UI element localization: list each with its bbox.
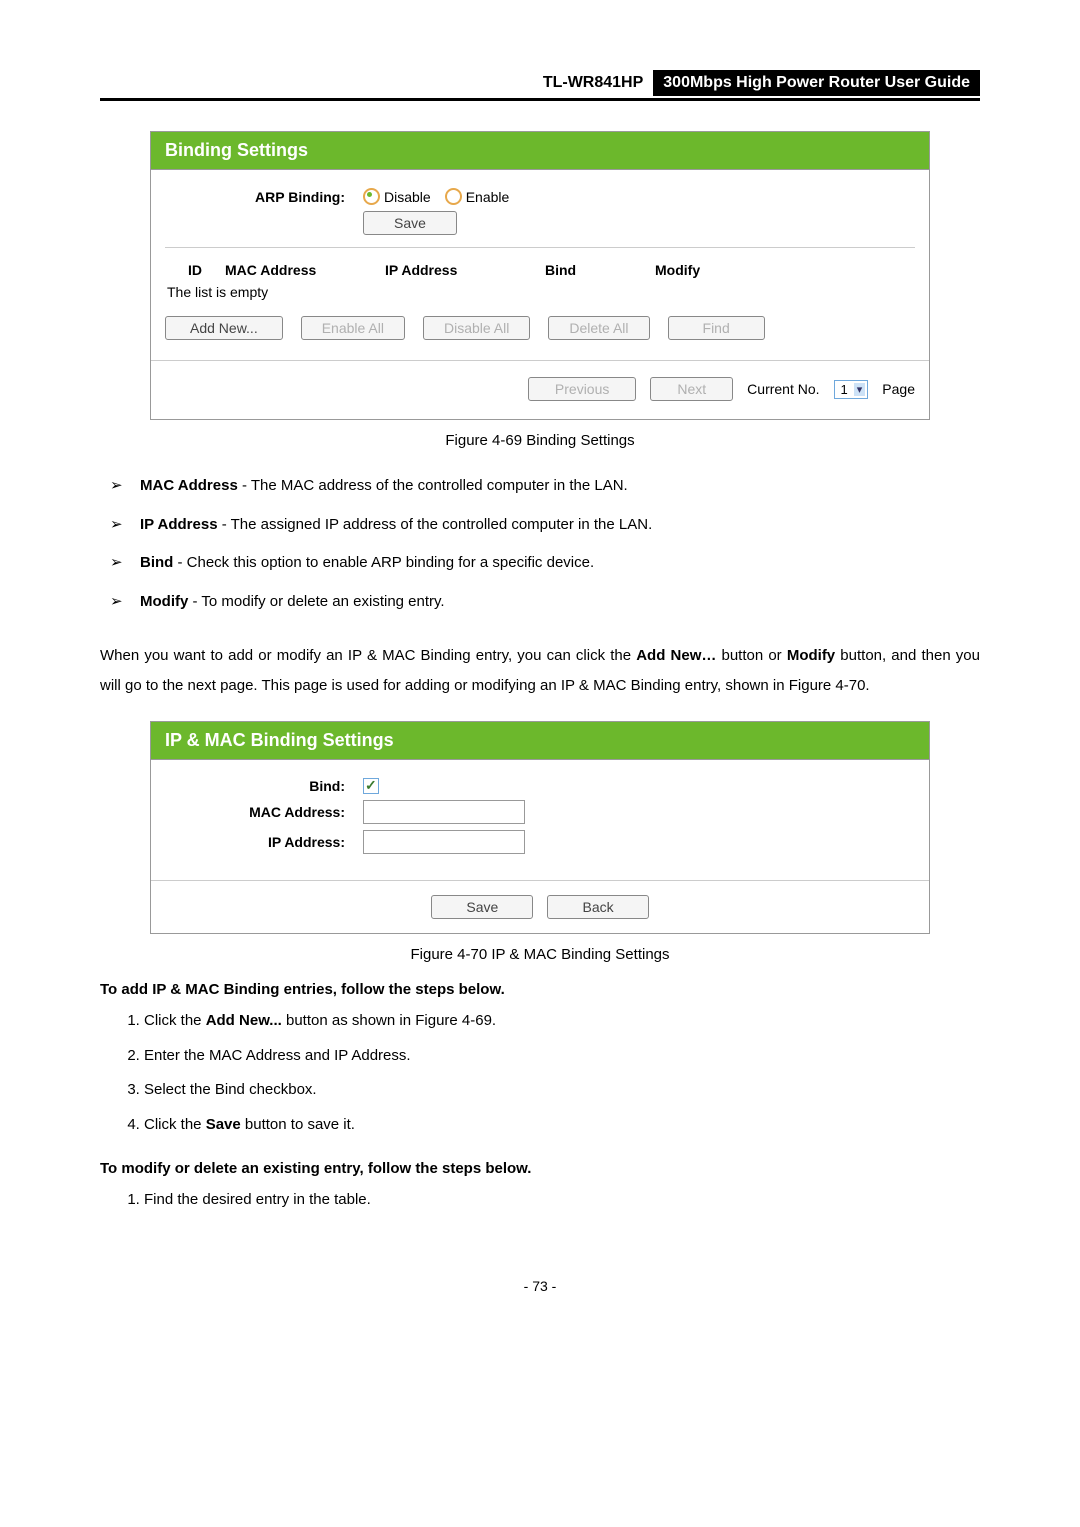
panel-footer: Previous Next Current No. 1 ▾ Page bbox=[151, 360, 929, 419]
list-item: Modify - To modify or delete an existing… bbox=[100, 583, 980, 622]
save-button[interactable]: Save bbox=[431, 895, 533, 919]
desc: - Check this option to enable ARP bindin… bbox=[173, 554, 594, 571]
add-new-button[interactable]: Add New... bbox=[165, 316, 283, 340]
list-item: Enter the MAC Address and IP Address. bbox=[144, 1039, 980, 1074]
th-modify: Modify bbox=[655, 262, 755, 278]
list-item: Click the Save button to save it. bbox=[144, 1108, 980, 1143]
page-number: - 73 - bbox=[100, 1278, 980, 1294]
mac-address-input[interactable] bbox=[363, 800, 525, 824]
bind-label: Bind: bbox=[165, 778, 363, 794]
save-button[interactable]: Save bbox=[363, 211, 457, 235]
paragraph: When you want to add or modify an IP & M… bbox=[100, 641, 980, 701]
list-item: MAC Address - The MAC address of the con… bbox=[100, 467, 980, 506]
th-ip: IP Address bbox=[385, 262, 545, 278]
list-item: Select the Bind checkbox. bbox=[144, 1073, 980, 1108]
page-label: Page bbox=[882, 381, 915, 397]
mac-label: MAC Address: bbox=[165, 804, 363, 820]
desc: - The MAC address of the controlled comp… bbox=[238, 477, 628, 494]
ip-label: IP Address: bbox=[165, 834, 363, 850]
previous-button[interactable]: Previous bbox=[528, 377, 636, 401]
current-no-label: Current No. bbox=[747, 381, 819, 397]
ip-mac-binding-panel: IP & MAC Binding Settings Bind: ✓ MAC Ad… bbox=[150, 721, 930, 934]
term: Modify bbox=[140, 593, 188, 610]
radio-disable-label: Disable bbox=[384, 189, 431, 205]
disable-all-button[interactable]: Disable All bbox=[423, 316, 530, 340]
table-header: ID MAC Address IP Address Bind Modify bbox=[165, 247, 915, 278]
panel-title: IP & MAC Binding Settings bbox=[151, 722, 929, 760]
panel-title: Binding Settings bbox=[151, 132, 929, 170]
list-item: Find the desired entry in the table. bbox=[144, 1183, 980, 1218]
next-button[interactable]: Next bbox=[650, 377, 733, 401]
section-heading: To modify or delete an existing entry, f… bbox=[100, 1160, 980, 1177]
back-button[interactable]: Back bbox=[547, 895, 648, 919]
term: IP Address bbox=[140, 516, 218, 533]
radio-enable-label: Enable bbox=[466, 189, 510, 205]
figure-caption-1: Figure 4-69 Binding Settings bbox=[100, 432, 980, 449]
ip-address-input[interactable] bbox=[363, 830, 525, 854]
desc: - To modify or delete an existing entry. bbox=[188, 593, 444, 610]
radio-disable[interactable] bbox=[363, 188, 380, 205]
empty-list-text: The list is empty bbox=[165, 278, 915, 312]
page-select[interactable]: 1 ▾ bbox=[834, 380, 869, 399]
steps-add-list: Click the Add New... button as shown in … bbox=[100, 1004, 980, 1142]
binding-settings-panel: Binding Settings ARP Binding: Disable En… bbox=[150, 131, 930, 420]
section-heading: To add IP & MAC Binding entries, follow … bbox=[100, 981, 980, 998]
page-select-value: 1 bbox=[837, 382, 852, 397]
delete-all-button[interactable]: Delete All bbox=[548, 316, 649, 340]
desc: - The assigned IP address of the control… bbox=[218, 516, 653, 533]
bind-checkbox[interactable]: ✓ bbox=[363, 778, 379, 794]
term: MAC Address bbox=[140, 477, 238, 494]
find-button[interactable]: Find bbox=[668, 316, 765, 340]
th-bind: Bind bbox=[545, 262, 655, 278]
steps-modify-list: Find the desired entry in the table. bbox=[100, 1183, 980, 1218]
th-mac: MAC Address bbox=[225, 262, 385, 278]
list-item: Bind - Check this option to enable ARP b… bbox=[100, 544, 980, 583]
list-item: Click the Add New... button as shown in … bbox=[144, 1004, 980, 1039]
page-header: TL-WR841HP300Mbps High Power Router User… bbox=[100, 70, 980, 101]
radio-enable[interactable] bbox=[445, 188, 462, 205]
figure-caption-2: Figure 4-70 IP & MAC Binding Settings bbox=[100, 946, 980, 963]
enable-all-button[interactable]: Enable All bbox=[301, 316, 405, 340]
arp-binding-label: ARP Binding: bbox=[165, 189, 363, 205]
term: Bind bbox=[140, 554, 173, 571]
header-model: TL-WR841HP bbox=[533, 70, 653, 96]
header-title: 300Mbps High Power Router User Guide bbox=[653, 70, 980, 96]
list-item: IP Address - The assigned IP address of … bbox=[100, 506, 980, 545]
th-id: ID bbox=[165, 262, 225, 278]
chevron-down-icon: ▾ bbox=[854, 383, 866, 396]
definition-list: MAC Address - The MAC address of the con… bbox=[100, 467, 980, 621]
